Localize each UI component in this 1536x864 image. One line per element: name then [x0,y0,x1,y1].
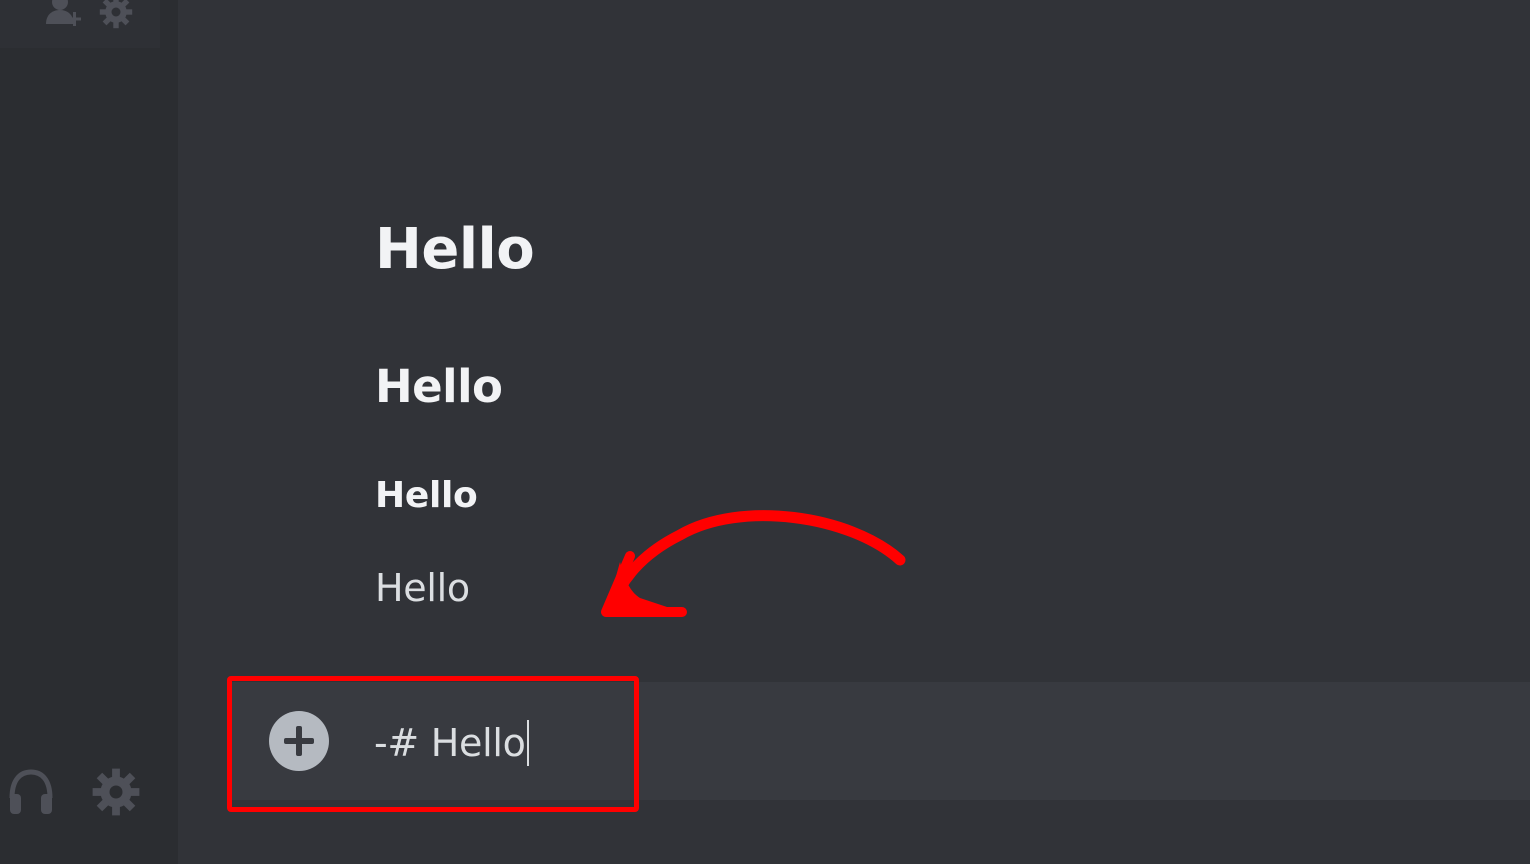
gear-icon[interactable] [96,0,136,34]
window-edge [1530,0,1536,864]
message-paragraph: Hello [375,566,470,610]
chat-app: Hello Hello Hello Hello -# Hello [0,0,1536,864]
user-panel-top [0,0,160,48]
annotation-highlight-box [227,676,639,812]
message-heading-1: Hello [375,217,535,282]
gear-icon[interactable] [90,766,142,822]
sidebar [0,0,178,864]
headphones-icon[interactable] [6,766,56,822]
message-heading-2: Hello [375,360,503,413]
add-friend-icon[interactable] [42,0,86,32]
message-heading-3: Hello [375,475,478,516]
